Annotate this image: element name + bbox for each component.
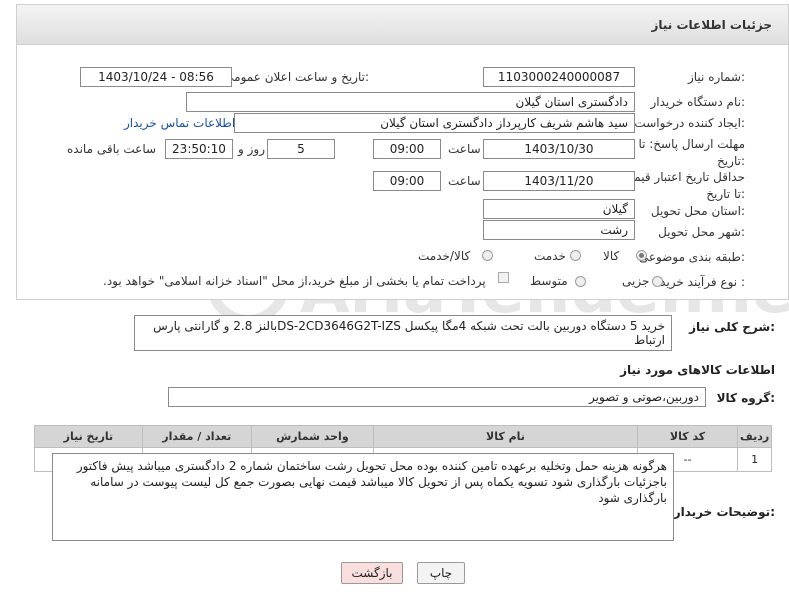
- send-deadline-date-field[interactable]: 1403/10/30: [483, 139, 635, 159]
- price-validity-date-field[interactable]: 1403/11/20: [483, 171, 635, 191]
- goods-group-field[interactable]: دوربین،صوتی و تصویر: [168, 387, 706, 407]
- print-button[interactable]: چاپ: [417, 562, 465, 584]
- category-radio-goods[interactable]: [636, 250, 647, 261]
- buyer-org-field[interactable]: دادگستری استان گیلان: [186, 92, 635, 112]
- purchase-type-option-minor: جزیی: [622, 274, 650, 288]
- treasury-payment-note: پرداخت تمام یا بخشی از مبلغ خرید،از محل …: [103, 274, 486, 288]
- requester-label: ایجاد کننده درخواست:: [634, 116, 745, 130]
- remaining-label: ساعت باقی مانده: [67, 142, 157, 156]
- purchase-type-radio-medium[interactable]: [575, 276, 586, 287]
- remaining-time-field[interactable]: 23:50:10: [165, 139, 233, 159]
- cell-row-number: 1: [737, 447, 772, 472]
- col-header-quantity: تعداد / مقدار: [141, 425, 252, 448]
- buyer-notes-textarea[interactable]: هرگونه هزینه حمل وتخلیه برعهده تامین کنن…: [52, 453, 674, 541]
- need-number-field[interactable]: 1103000240000087: [483, 67, 635, 87]
- col-header-code: کد کالا: [636, 425, 739, 448]
- delivery-city-field[interactable]: رشت: [483, 220, 635, 240]
- purchase-type-label: نوع فرآیند خرید :: [660, 275, 745, 289]
- treasury-payment-checkbox[interactable]: [498, 272, 509, 283]
- col-header-row-number: ردیف: [737, 425, 772, 448]
- category-option-service: خدمت: [534, 249, 566, 263]
- delivery-province-field[interactable]: گیلان: [483, 199, 635, 219]
- category-radio-goods-service[interactable]: [482, 250, 493, 261]
- table-header-row: ردیف کد کالا نام کالا واحد شمارش تعداد /…: [34, 425, 772, 448]
- col-header-date: تاریخ نیاز: [34, 425, 143, 448]
- goods-group-label: گروه کالا:: [716, 391, 775, 405]
- purchase-type-option-medium: متوسط: [530, 274, 568, 288]
- announce-datetime-field[interactable]: 1403/10/24 - 08:56: [80, 67, 232, 87]
- delivery-province-label: استان محل تحویل:: [650, 204, 745, 218]
- buyer-contact-link[interactable]: اطلاعات تماس خریدار: [124, 116, 235, 130]
- purchase-type-radio-minor[interactable]: [652, 276, 663, 287]
- summary-textarea[interactable]: خرید 5 دستگاه دوربین بالت تحت شبکه 4مگا …: [134, 315, 672, 351]
- price-validity-time-field[interactable]: 09:00: [373, 171, 441, 191]
- summary-label: شرح کلی نیاز:: [689, 320, 775, 334]
- requester-field[interactable]: سید هاشم شریف کارپرداز دادگستری استان گی…: [234, 113, 635, 133]
- need-number-label: شماره نیاز:: [687, 70, 745, 84]
- send-deadline-time-field[interactable]: 09:00: [373, 139, 441, 159]
- goods-section-title: اطلاعات کالاهای مورد نیاز: [620, 363, 775, 377]
- panel-header: جزئیات اطلاعات نیاز: [17, 5, 788, 45]
- category-option-goods-service: کالا/خدمت: [418, 249, 471, 263]
- send-deadline-time-label: ساعت: [448, 142, 481, 156]
- send-deadline-label: مهلت ارسال پاسخ: تا تاریخ:: [638, 137, 745, 168]
- category-radio-service[interactable]: [570, 250, 581, 261]
- announce-label: تاریخ و ساعت اعلان عمومی:: [224, 70, 369, 84]
- price-validity-time-label: ساعت: [448, 174, 481, 188]
- days-label: روز و: [238, 142, 265, 156]
- col-header-name: نام کالا: [373, 425, 638, 448]
- category-option-goods: کالا: [603, 249, 620, 263]
- buyer-org-label: نام دستگاه خریدار:: [650, 95, 746, 109]
- delivery-city-label: شهر محل تحویل:: [658, 225, 745, 239]
- panel-title: جزئیات اطلاعات نیاز: [651, 18, 772, 32]
- days-remaining-field[interactable]: 5: [267, 139, 335, 159]
- col-header-unit: واحد شمارش: [250, 425, 375, 448]
- buyer-notes-label: توضیحات خریدار:: [673, 505, 775, 519]
- category-label: طبقه بندی موضوعی:: [638, 250, 745, 264]
- back-button[interactable]: بازگشت: [341, 562, 403, 584]
